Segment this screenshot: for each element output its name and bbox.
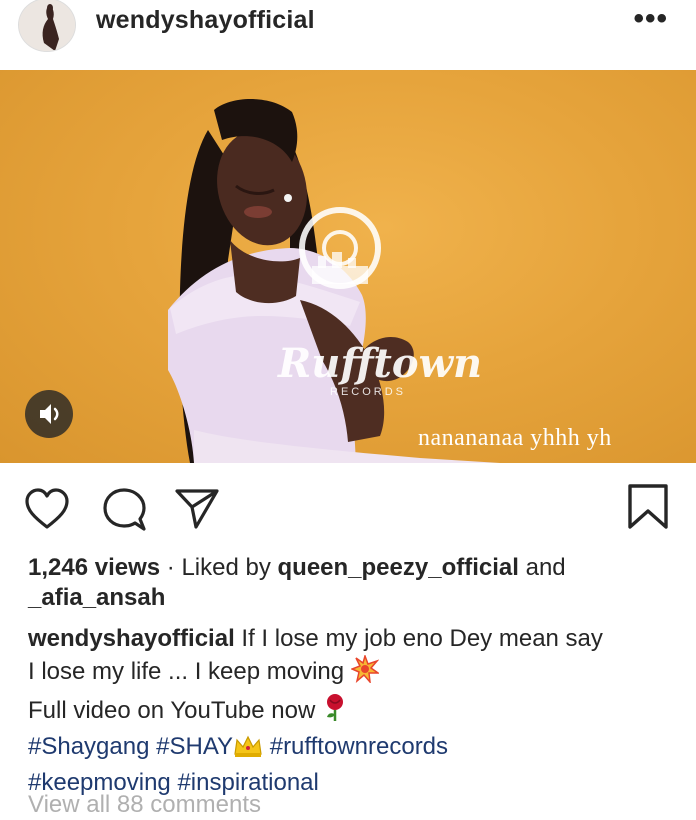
collision-emoji-icon: [349, 653, 381, 692]
rose-emoji-icon: [322, 692, 348, 731]
post-header: wendyshayofficial •••: [0, 0, 696, 70]
heart-icon: [25, 488, 69, 529]
caption-text: I lose my life ... I keep moving: [28, 658, 351, 685]
likes-summary: 1,246 views · Liked by queen_peezy_offic…: [28, 553, 678, 613]
post-video[interactable]: Rufftown RECORDS nanananaa yhhh yh: [0, 70, 696, 463]
caption-text: If I lose my job eno Dey mean say: [234, 625, 603, 652]
hashtag-link[interactable]: #Shaygang: [28, 733, 149, 760]
avatar[interactable]: [18, 0, 76, 52]
caption-username[interactable]: wendyshayofficial: [28, 625, 235, 652]
save-button[interactable]: [626, 483, 670, 531]
more-options-icon[interactable]: •••: [633, 4, 668, 34]
bookmark-icon: [628, 484, 668, 529]
watermark-sub: RECORDS: [330, 386, 407, 398]
post-caption: wendyshayofficial If I lose my job eno D…: [28, 623, 678, 799]
share-button[interactable]: [174, 487, 220, 531]
share-icon: [175, 489, 219, 529]
views-count[interactable]: 1,246 views: [28, 554, 160, 581]
speaker-icon: [40, 404, 59, 424]
action-bar: [0, 463, 696, 555]
liker-username[interactable]: _afia_ansah: [28, 584, 165, 611]
video-frame: [168, 99, 500, 463]
hashtag-link[interactable]: #rufftownrecords: [270, 733, 448, 760]
caption-text: Full video on YouTube now: [28, 697, 322, 724]
watermark-brand: Rufftown: [278, 340, 483, 387]
comment-icon: [103, 488, 146, 531]
crown-emoji-icon: [233, 734, 263, 767]
comment-button[interactable]: [102, 487, 148, 533]
like-button[interactable]: [24, 487, 70, 531]
liker-username[interactable]: queen_peezy_official: [278, 554, 519, 581]
liked-by-label: · Liked by: [160, 554, 278, 581]
and-label: and: [518, 554, 566, 581]
sound-toggle-button[interactable]: [25, 390, 73, 438]
view-all-comments-link[interactable]: View all 88 comments: [28, 790, 261, 820]
hashtag-link[interactable]: #SHAY: [156, 733, 233, 760]
video-subtitle: nanananaa yhhh yh: [418, 425, 612, 451]
post-username[interactable]: wendyshayofficial: [96, 6, 315, 35]
